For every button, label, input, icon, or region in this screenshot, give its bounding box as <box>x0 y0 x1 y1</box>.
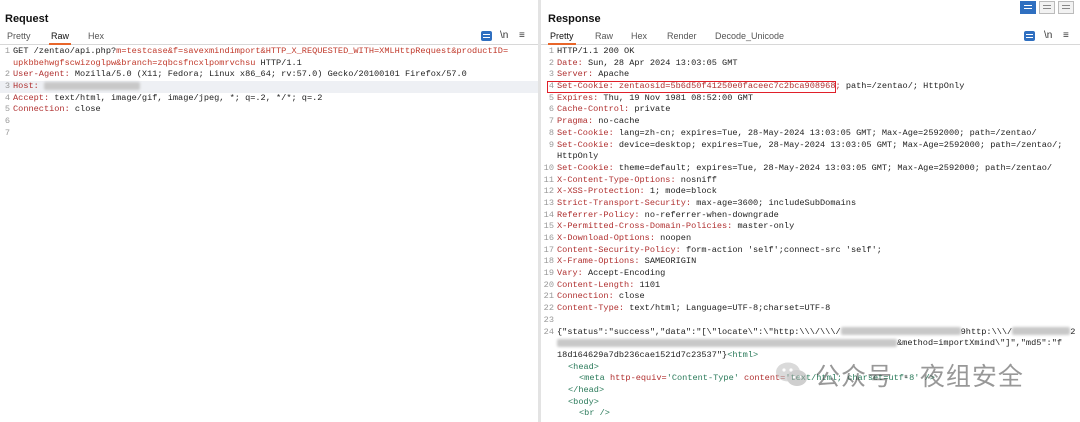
code-line: <br /> <box>579 408 610 419</box>
code-line: 3 Host: <box>0 81 538 93</box>
code-line: 19 Vary: Accept-Encoding <box>543 268 666 279</box>
newline-toggle-icon[interactable]: \n <box>500 30 508 42</box>
watermark-text: 公众号 · 夜组安全 <box>815 362 1024 391</box>
code-line: 5 Expires: Thu, 19 Nov 1981 08:52:00 GMT <box>548 92 753 103</box>
layout-toggle <box>1020 1 1076 14</box>
code-line: 23 <box>543 314 554 325</box>
tab-pretty[interactable]: Pretty <box>5 30 33 43</box>
menu-icon[interactable]: ≡ <box>519 30 525 42</box>
tab-hex[interactable]: Hex <box>629 30 649 43</box>
code-line: 16 X-Download-Options: noopen <box>543 233 692 244</box>
wechat-icon <box>776 362 807 386</box>
format-icon[interactable] <box>481 31 492 41</box>
code-line: 14 Referrer-Policy: no-referrer-when-down… <box>543 209 779 220</box>
tab-raw[interactable]: Raw <box>49 30 72 45</box>
request-tabs: Pretty Raw Hex <box>0 30 538 45</box>
code-line: 6 Cache-Control: private <box>548 104 671 115</box>
code-line: 1 HTTP/1.1 200 OK <box>548 46 635 56</box>
code-line: 4 Accept: text/html, image/gif, image/jp… <box>4 92 323 103</box>
code-line: 20 Content-Length: 1101 <box>543 279 661 290</box>
code-line: <body> <box>568 396 599 407</box>
code-line: 15 X-Permitted-Cross-Domain-Policies: mas… <box>543 221 795 232</box>
code-line: 22 Content-Type: text/html; Language=UTF-… <box>543 303 831 314</box>
code-line: 2 Date: Sun, 28 Apr 2024 13:03:05 GMT <box>548 57 738 68</box>
tab-decode-unicode[interactable]: Decode_Unicode <box>713 30 786 43</box>
tab-pretty[interactable]: Pretty <box>548 30 576 45</box>
newline-toggle-icon[interactable]: \n <box>1044 30 1052 42</box>
request-editor[interactable]: 1 GET /zentao/api.php?m=testcase&f=savex… <box>0 46 538 422</box>
burp-editor: Request Pretty Raw Hex \n ≡ 1 GET /zenta… <box>0 0 1080 422</box>
code-line: 6 <box>4 116 10 127</box>
response-title: Response <box>548 13 601 25</box>
code-line: 1 GET /zentao/api.php?m=testcase&f=savex… <box>4 46 509 68</box>
code-line: 17 Content-Security-Policy: form-action '… <box>543 244 882 255</box>
tab-render[interactable]: Render <box>665 30 699 43</box>
code-line: 2 User-Agent: Mozilla/5.0 (X11; Fedora; … <box>4 69 467 80</box>
code-line-session-cookie: 4 Set-Cookie: zentaosid=5b6d50f41250e0fa… <box>547 81 965 94</box>
code-line: 9 Set-Cookie: device=desktop; expires=Tue… <box>548 139 1063 162</box>
redacted-host <box>43 81 140 90</box>
code-line: 10 Set-Cookie: theme=default; expires=Tue… <box>543 162 1053 173</box>
code-line: 3 Server: Apache <box>548 69 630 80</box>
code-line: 12 X-XSS-Protection: 1; mode=block <box>543 186 717 197</box>
response-tabs: Pretty Raw Hex Render Decode_Unicode <box>541 30 1080 45</box>
code-line: 5 Connection: close <box>4 104 101 115</box>
watermark: 公众号 · 夜组安全 <box>775 357 1024 393</box>
request-pane: Request Pretty Raw Hex \n ≡ 1 GET /zenta… <box>0 0 538 422</box>
code-line: 13 Strict-Transport-Security: max-age=360… <box>543 197 857 208</box>
code-line: 7 <box>4 127 10 138</box>
tab-raw[interactable]: Raw <box>593 30 615 43</box>
split-vertical-icon[interactable] <box>1039 1 1055 14</box>
code-line: 11 X-Content-Type-Options: nosniff <box>543 174 717 185</box>
split-horizontal-icon[interactable] <box>1020 1 1036 14</box>
highlight-box <box>547 81 836 94</box>
tab-hex[interactable]: Hex <box>86 30 106 43</box>
single-tab-icon[interactable] <box>1058 1 1074 14</box>
code-line: 21 Connection: close <box>543 291 645 302</box>
format-icon[interactable] <box>1024 31 1035 41</box>
code-line: 7 Pragma: no-cache <box>548 116 640 127</box>
code-line: 18 X-Frame-Options: SAMEORIGIN <box>543 256 697 267</box>
menu-icon[interactable]: ≡ <box>1063 30 1069 42</box>
code-line: 8 Set-Cookie: lang=zh-cn; expires=Tue, 28… <box>548 127 1037 138</box>
request-title: Request <box>5 13 49 25</box>
